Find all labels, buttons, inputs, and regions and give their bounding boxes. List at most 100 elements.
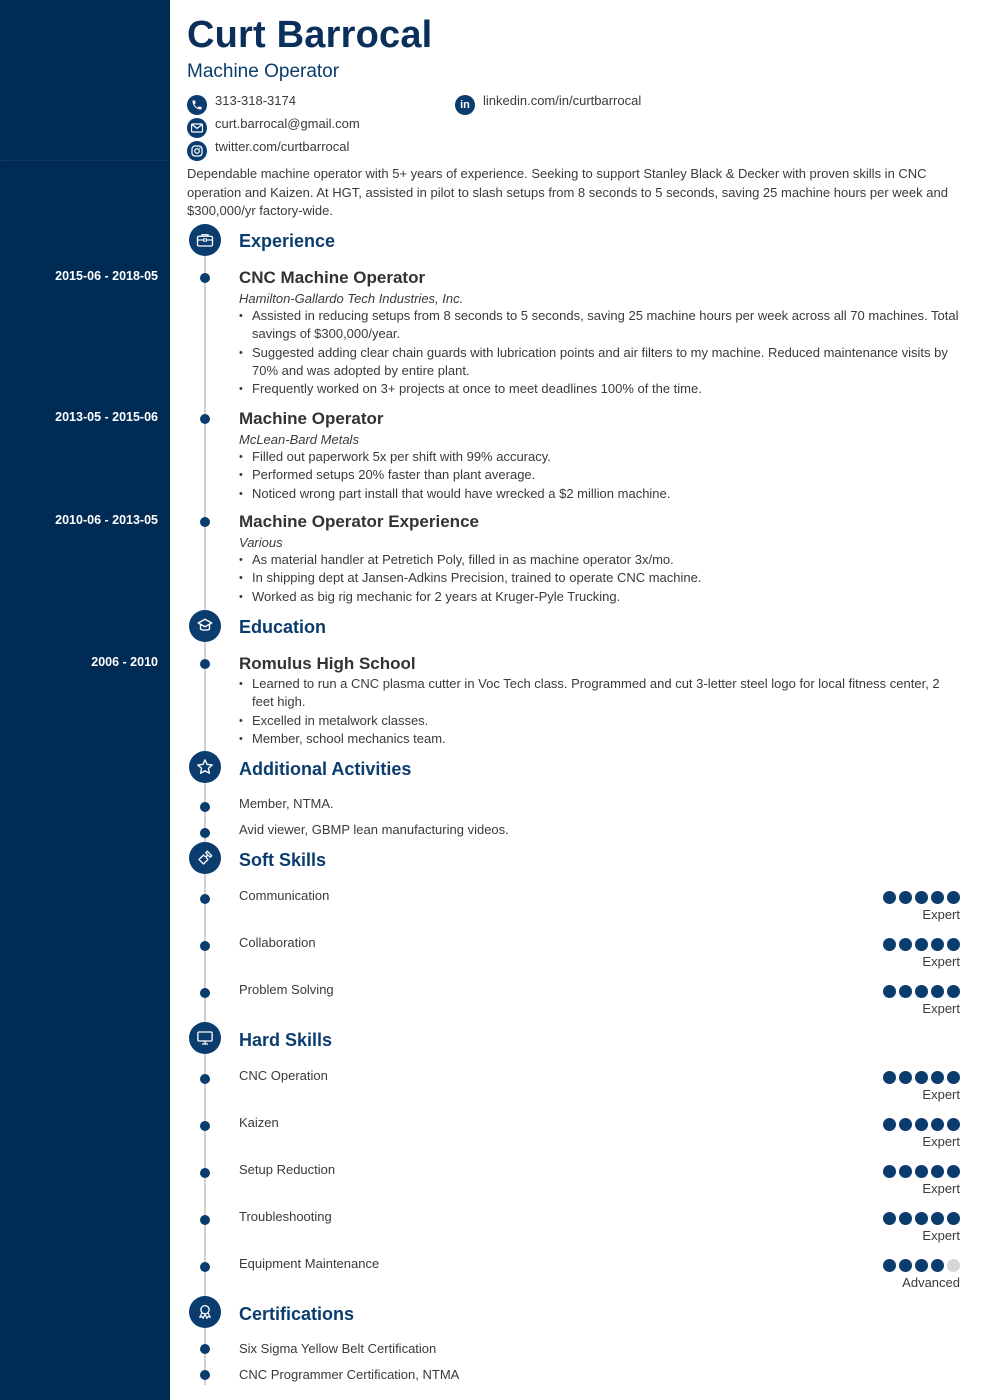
rating-dot-filled xyxy=(915,1259,928,1272)
envelope-icon xyxy=(187,118,207,138)
rating-dot-filled xyxy=(883,1212,896,1225)
bullet-item: As material handler at Petretich Poly, f… xyxy=(239,551,964,570)
bullet-item: Suggested adding clear chain guards with… xyxy=(239,344,964,381)
monitor-icon xyxy=(189,1022,221,1054)
skill-level: Expert xyxy=(922,1228,960,1243)
rating-dot-filled xyxy=(915,1212,928,1225)
skill-rating xyxy=(883,1165,960,1178)
star-icon xyxy=(189,751,221,783)
rating-dot-filled xyxy=(899,1259,912,1272)
graduation-cap-icon xyxy=(189,610,221,642)
skill-rating xyxy=(883,891,960,904)
skill-level: Expert xyxy=(922,1001,960,1016)
skill-level: Expert xyxy=(922,907,960,922)
job-title: CNC Machine Operator xyxy=(239,268,426,287)
briefcase-icon xyxy=(189,224,221,256)
skill-name: Kaizen xyxy=(239,1115,279,1130)
timeline-dot xyxy=(200,517,210,527)
section-title-experience: Experience xyxy=(239,231,336,251)
section-title-certifications: Certifications xyxy=(239,1304,355,1324)
rating-dot-filled xyxy=(947,1165,960,1178)
bullet-item: In shipping dept at Jansen-Adkins Precis… xyxy=(239,569,964,588)
rating-dot-filled xyxy=(915,1118,928,1131)
skill-rating xyxy=(883,985,960,998)
skill-level: Advanced xyxy=(902,1275,960,1290)
contact-twitter[interactable]: twitter.com/curtbarrocal xyxy=(187,139,349,161)
skill-name: Setup Reduction xyxy=(239,1162,336,1177)
timeline-line xyxy=(204,240,206,1385)
company-name: Hamilton-Gallardo Tech Industries, Inc. xyxy=(239,291,464,306)
rating-dot-filled xyxy=(899,1071,912,1084)
job-dates: 2013-05 - 2015-06 xyxy=(55,410,158,424)
timeline-dot xyxy=(200,1262,210,1272)
rating-dot-filled xyxy=(883,1259,896,1272)
skill-name: Equipment Maintenance xyxy=(239,1256,380,1271)
skill-rating xyxy=(883,1071,960,1084)
activity-item: Member, NTMA. xyxy=(239,796,334,811)
company-name: Various xyxy=(239,535,283,550)
rating-dot-filled xyxy=(899,1212,912,1225)
rating-dot-filled xyxy=(899,985,912,998)
education-bullets: Learned to run a CNC plasma cutter in Vo… xyxy=(239,675,964,748)
timeline-dot xyxy=(200,659,210,669)
candidate-name: Curt Barrocal xyxy=(187,14,433,56)
job-bullets: As material handler at Petretich Poly, f… xyxy=(239,551,964,606)
sidebar-divider xyxy=(0,160,170,161)
activity-item: Avid viewer, GBMP lean manufacturing vid… xyxy=(239,822,509,837)
timeline-dot xyxy=(200,1370,210,1380)
rating-dot-filled xyxy=(931,938,944,951)
contact-linkedin[interactable]: in linkedin.com/in/curtbarrocal xyxy=(455,93,641,115)
skill-rating xyxy=(883,1259,960,1272)
rating-dot-filled xyxy=(915,1165,928,1178)
timeline-dot xyxy=(200,273,210,283)
bullet-item: Filled out paperwork 5x per shift with 9… xyxy=(239,448,964,467)
skill-name: Problem Solving xyxy=(239,982,334,997)
education-dates: 2006 - 2010 xyxy=(91,655,158,669)
skill-rating xyxy=(883,1212,960,1225)
skill-level: Expert xyxy=(922,1087,960,1102)
email-text: curt.barrocal@gmail.com xyxy=(215,116,360,131)
skill-level: Expert xyxy=(922,954,960,969)
rating-dot-filled xyxy=(947,985,960,998)
contact-phone[interactable]: 313-318-3174 xyxy=(187,93,296,115)
contact-email[interactable]: curt.barrocal@gmail.com xyxy=(187,116,360,138)
timeline-dot xyxy=(200,941,210,951)
timeline-dot xyxy=(200,828,210,838)
bullet-item: Assisted in reducing setups from 8 secon… xyxy=(239,307,964,344)
section-title-soft-skills: Soft Skills xyxy=(239,850,327,870)
bullet-item: Noticed wrong part install that would ha… xyxy=(239,485,964,504)
bullet-item: Worked as big rig mechanic for 2 years a… xyxy=(239,588,964,607)
rating-dot-empty xyxy=(947,1259,960,1272)
rating-dot-filled xyxy=(947,1071,960,1084)
rating-dot-filled xyxy=(931,1212,944,1225)
rating-dot-filled xyxy=(947,1212,960,1225)
job-bullets: Assisted in reducing setups from 8 secon… xyxy=(239,307,964,399)
rating-dot-filled xyxy=(931,891,944,904)
section-title-education: Education xyxy=(239,617,327,637)
linkedin-text: linkedin.com/in/curtbarrocal xyxy=(483,93,642,108)
job-title: Machine Operator Experience xyxy=(239,512,479,531)
rating-dot-filled xyxy=(915,1071,928,1084)
rating-dot-filled xyxy=(883,891,896,904)
linkedin-icon: in xyxy=(455,95,475,115)
timeline-dot xyxy=(200,1121,210,1131)
school-name: Romulus High School xyxy=(239,654,416,673)
skill-name: Troubleshooting xyxy=(239,1209,332,1224)
rating-dot-filled xyxy=(883,1118,896,1131)
job-title-headline: Machine Operator xyxy=(187,61,340,82)
rating-dot-filled xyxy=(915,938,928,951)
puzzle-icon xyxy=(189,842,221,874)
rating-dot-filled xyxy=(899,1165,912,1178)
rating-dot-filled xyxy=(899,891,912,904)
bullet-item: Frequently worked on 3+ projects at once… xyxy=(239,380,964,399)
rating-dot-filled xyxy=(931,1118,944,1131)
rating-dot-filled xyxy=(931,1259,944,1272)
rating-dot-filled xyxy=(883,1165,896,1178)
bullet-item: Member, school mechanics team. xyxy=(239,730,964,749)
sidebar xyxy=(0,0,170,1400)
rating-dot-filled xyxy=(931,1165,944,1178)
rating-dot-filled xyxy=(899,1118,912,1131)
timeline-dot xyxy=(200,988,210,998)
skill-level: Expert xyxy=(922,1181,960,1196)
section-title-hard-skills: Hard Skills xyxy=(239,1030,333,1050)
